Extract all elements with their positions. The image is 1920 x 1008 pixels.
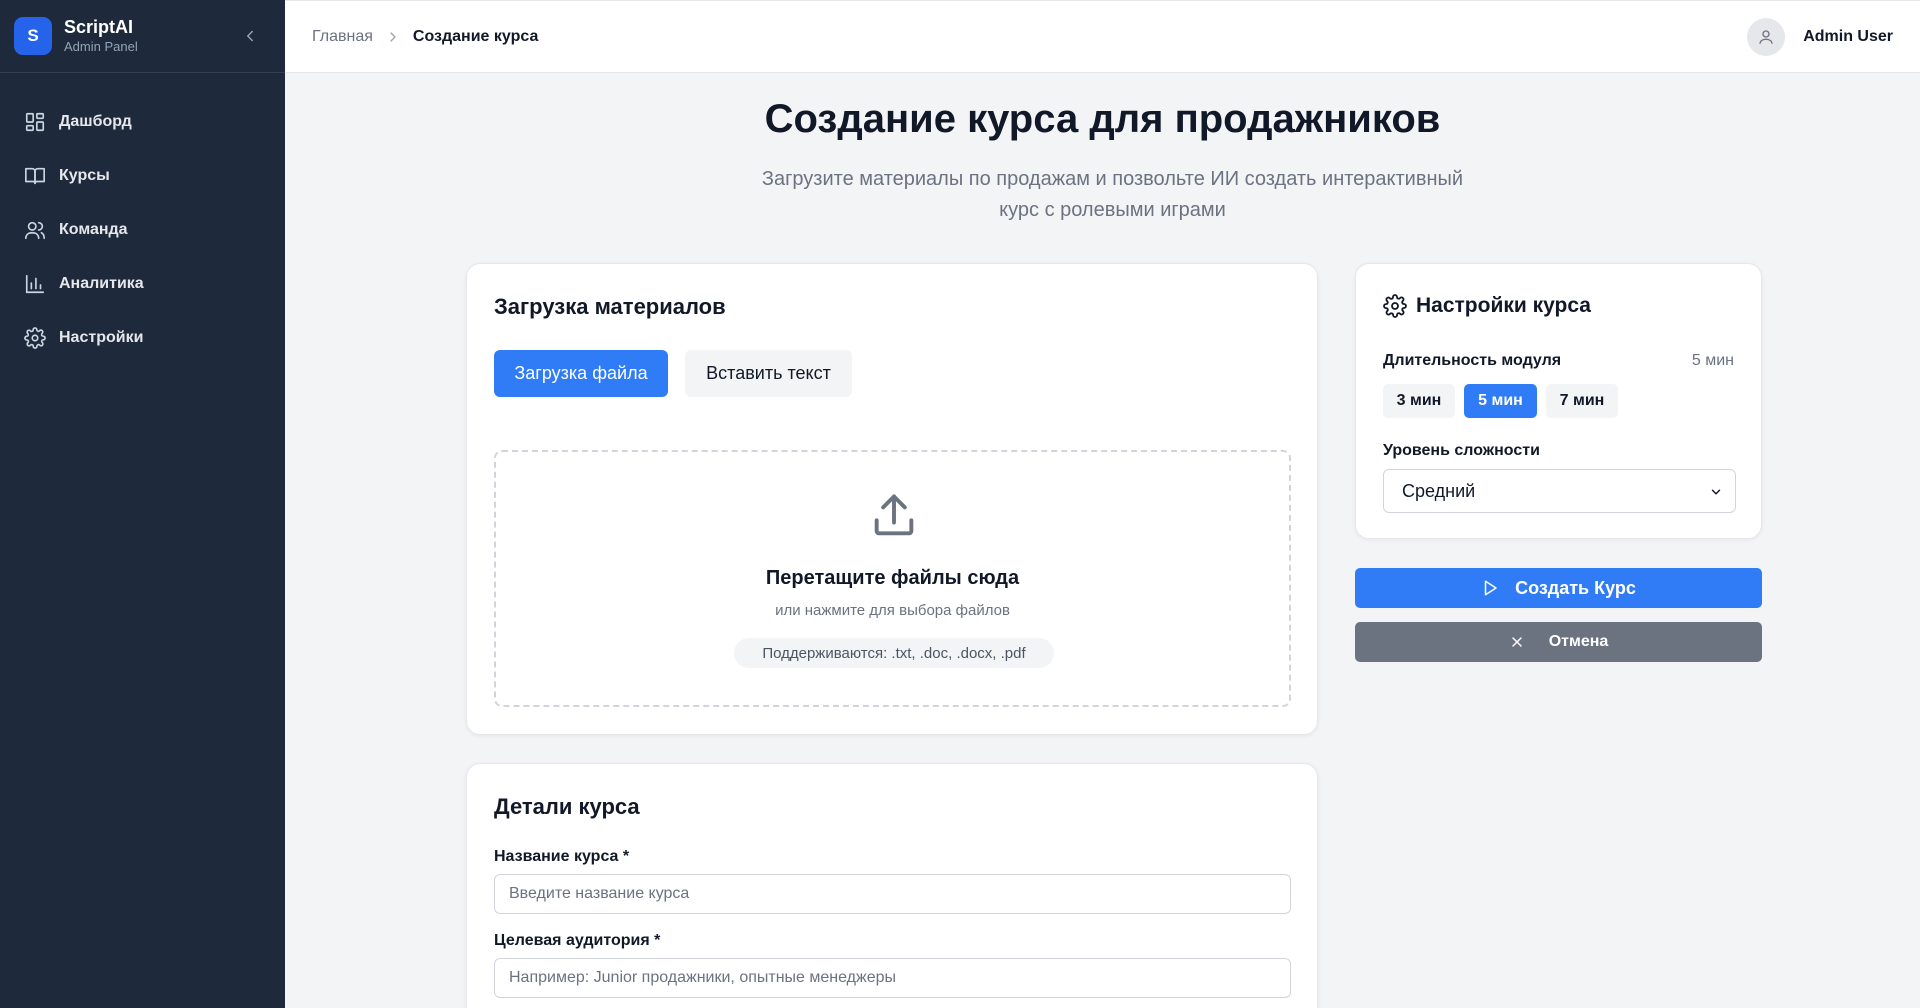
avatar[interactable] — [1747, 17, 1786, 56]
user-icon — [1759, 29, 1773, 44]
audience-input[interactable] — [494, 958, 1291, 998]
user-name: Admin User — [1803, 27, 1893, 45]
brand: ScriptAI Admin Panel — [64, 16, 138, 56]
duration-option-7[interactable]: 7 мин — [1546, 384, 1618, 418]
level-select[interactable]: Средний — [1383, 469, 1736, 513]
duration-label: Длительность модуля — [1383, 352, 1562, 369]
sidebar-nav: Дашборд Курсы Команда Аналитика Настройк… — [0, 73, 285, 365]
supported-formats-badge: Поддерживаются: .txt, .doc, .docx, .pdf — [734, 638, 1054, 668]
breadcrumb-home[interactable]: Главная — [312, 28, 373, 46]
close-icon — [1511, 637, 1522, 647]
sidebar-item-dashboard[interactable]: Дашборд — [0, 95, 285, 149]
sidebar-item-analytics[interactable]: Аналитика — [0, 257, 285, 311]
cancel-label: Отмена — [1548, 633, 1609, 650]
chevron-right-icon — [390, 31, 396, 42]
sidebar-header: S ScriptAI Admin Panel — [0, 0, 285, 73]
user-menu[interactable]: Admin User — [1747, 17, 1893, 56]
audience-label: Целевая аудитория * — [494, 932, 661, 949]
sidebar-item-label: Курсы — [59, 167, 110, 184]
level-select-value: Средний — [1402, 480, 1476, 501]
sidebar-item-settings[interactable]: Настройки — [0, 311, 285, 365]
sidebar-item-team[interactable]: Команда — [0, 203, 285, 257]
chevron-left-icon[interactable] — [241, 27, 259, 45]
page-title: Создание курса для продажников — [764, 97, 1441, 141]
create-course-label: Создать Курс — [1515, 577, 1636, 598]
sidebar-item-label: Настройки — [59, 329, 144, 346]
details-card-title: Детали курса — [494, 794, 640, 819]
breadcrumb-current: Создание курса — [412, 27, 539, 45]
brand-subtitle: Admin Panel — [64, 39, 138, 54]
dropzone-subtitle: или нажмите для выбора файлов — [775, 602, 1010, 619]
users-icon — [25, 221, 45, 240]
chevron-down-icon — [1711, 489, 1721, 495]
dashboard-icon — [25, 112, 45, 132]
details-card: Детали курса Название курса * Целевая ау… — [466, 763, 1318, 1008]
cancel-button[interactable]: Отмена — [1355, 622, 1762, 662]
course-name-input[interactable] — [494, 874, 1291, 914]
play-icon — [1484, 580, 1497, 596]
tab-paste-text[interactable]: Вставить текст — [685, 350, 852, 397]
sidebar-item-courses[interactable]: Курсы — [0, 149, 285, 203]
file-dropzone[interactable]: Перетащите файлы сюда или нажмите для вы… — [494, 450, 1291, 707]
sidebar-item-label: Аналитика — [59, 275, 144, 292]
page-subtitle: Загрузите материалы по продажам и позвол… — [761, 168, 1464, 221]
create-course-button[interactable]: Создать Курс — [1355, 568, 1762, 608]
logo: S — [14, 17, 52, 55]
gear-icon — [24, 327, 46, 349]
tab-file-upload[interactable]: Загрузка файла — [494, 350, 668, 397]
upload-card: Загрузка материалов Загрузка файла Встав… — [466, 263, 1318, 735]
duration-option-3[interactable]: 3 мин — [1383, 384, 1455, 418]
chart-icon — [25, 274, 45, 294]
level-label: Уровень сложности — [1383, 442, 1540, 459]
upload-card-title: Загрузка материалов — [494, 294, 726, 319]
sidebar-item-label: Дашборд — [59, 113, 132, 130]
duration-value: 5 мин — [1691, 352, 1734, 369]
course-name-label: Название курса * — [494, 848, 630, 865]
gear-icon — [1383, 294, 1407, 318]
duration-option-5[interactable]: 5 мин — [1464, 384, 1537, 418]
book-icon — [25, 167, 45, 185]
sidebar: S ScriptAI Admin Panel Дашборд Курсы Ком… — [0, 0, 285, 1008]
brand-name: ScriptAI — [64, 17, 134, 37]
sidebar-item-label: Команда — [59, 221, 128, 238]
settings-card: Настройки курса Длительность модуля 5 ми… — [1355, 263, 1762, 539]
settings-header: Настройки курса — [1383, 294, 1591, 318]
upload-icon — [874, 494, 914, 536]
settings-title: Настройки курса — [1416, 294, 1591, 317]
topbar: Главная Создание курса Admin User — [285, 0, 1920, 73]
dropzone-title: Перетащите файлы сюда — [765, 567, 1020, 589]
